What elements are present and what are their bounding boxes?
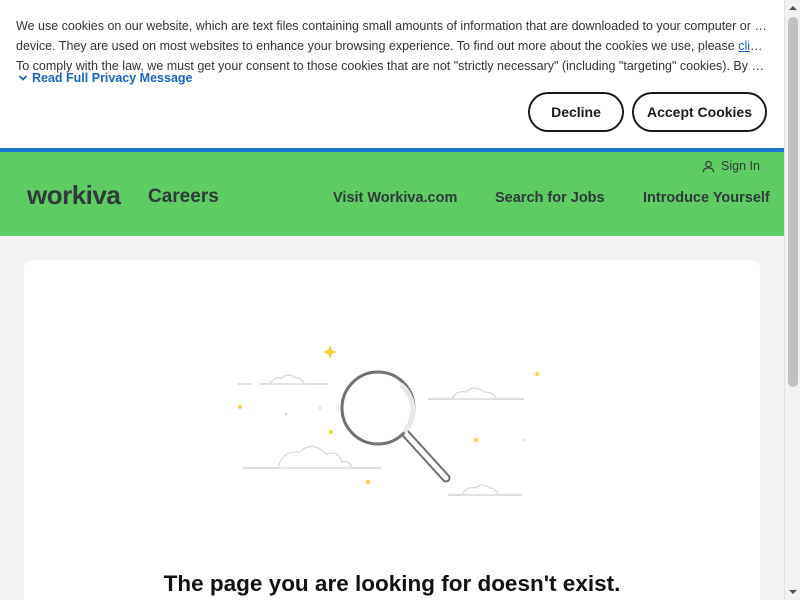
not-found-message: The page you are looking for doesn't exi… [163, 571, 621, 596]
magnifier-illustration [238, 345, 539, 496]
read-full-label: Read Full Privacy Message [32, 71, 193, 85]
read-full-privacy-link[interactable]: Read Full Privacy Message [18, 71, 193, 85]
workiva-logo[interactable]: workiva [27, 180, 121, 211]
site-header: workiva Careers Sign In Visit Workiva.co… [0, 152, 784, 236]
nav-visit-workiva[interactable]: Visit Workiva.com [333, 190, 457, 206]
scroll-thumb[interactable] [788, 17, 798, 387]
chevron-down-icon [18, 75, 28, 81]
accept-cookies-button[interactable]: Accept Cookies [632, 92, 767, 132]
not-found-card: The page you are looking for doesn't exi… [24, 260, 760, 600]
decline-button[interactable]: Decline [528, 92, 624, 132]
sign-in-link[interactable]: Sign In [702, 159, 760, 173]
scroll-down-arrow-icon [789, 590, 797, 594]
site-title[interactable]: Careers [148, 186, 219, 208]
user-icon [702, 160, 715, 172]
cookie-policy-link[interactable]: click here [738, 39, 768, 53]
cookie-line-2: device. They are used on most websites t… [16, 36, 768, 56]
magnifier-icon [340, 370, 451, 483]
cookie-line-1: We use cookies on our website, which are… [16, 19, 768, 33]
cookie-banner: We use cookies on our website, which are… [0, 0, 784, 148]
scroll-up-arrow-icon [789, 6, 797, 10]
scroll-down-button[interactable] [785, 584, 800, 600]
nav-introduce-yourself[interactable]: Introduce Yourself [643, 190, 770, 206]
cookie-message: We use cookies on our website, which are… [16, 16, 768, 76]
cookie-line-2-text: device. They are used on most websites t… [16, 39, 739, 53]
page-scrollbar[interactable] [784, 0, 800, 600]
nav-search-jobs[interactable]: Search for Jobs [495, 190, 605, 206]
scroll-up-button[interactable] [785, 0, 800, 16]
sign-in-label: Sign In [721, 159, 760, 173]
